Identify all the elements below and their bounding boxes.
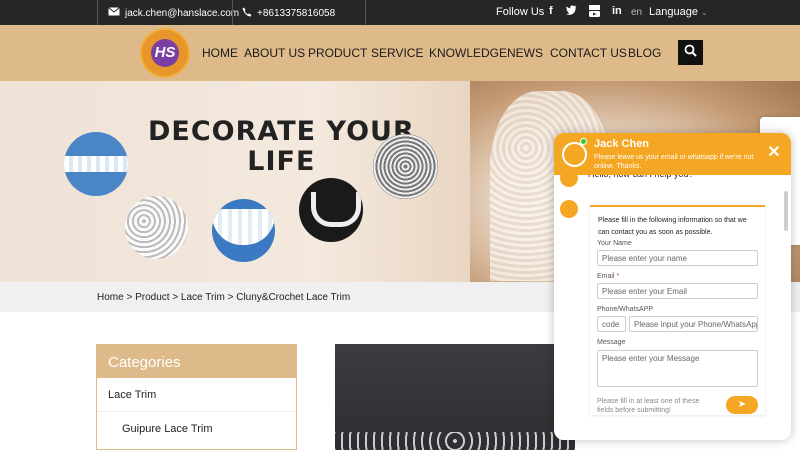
search-button[interactable] (678, 40, 703, 65)
facebook-icon[interactable]: f (549, 5, 553, 17)
email-text: jack.chen@hanslace.com (125, 7, 240, 19)
divider (365, 0, 366, 25)
email-label: Email * (597, 273, 619, 280)
lace-sample-image (212, 199, 275, 262)
required-marker: * (616, 273, 620, 280)
nav-news[interactable]: NEWS (507, 46, 550, 60)
nav-service[interactable]: SERVICE (371, 46, 429, 60)
send-icon: ➤ (737, 399, 747, 410)
nav-product[interactable]: PRODUCT (308, 46, 371, 60)
send-button[interactable]: ➤ (726, 396, 758, 414)
site-header: HS HOME ABOUT US PRODUCT SERVICE KNOWLED… (0, 25, 800, 81)
search-icon (684, 44, 697, 62)
phone-contact[interactable]: +8613375816058 (242, 7, 335, 20)
main-nav: HOME ABOUT US PRODUCT SERVICE KNOWLEDGE … (202, 46, 663, 60)
category-item-lace-trim[interactable]: Lace Trim (97, 378, 296, 412)
nav-blog[interactable]: BLOG (628, 46, 663, 60)
agent-name: Jack Chen (594, 138, 650, 150)
contact-form: Please fill in the following information… (590, 205, 765, 415)
chat-note: Please leave us your email or whatsapp i… (594, 154, 754, 170)
phone-icon (242, 7, 252, 20)
nav-knowledge[interactable]: KNOWLEDGE (429, 46, 507, 60)
email-input[interactable]: Please enter your Email (597, 283, 758, 299)
twitter-icon[interactable] (566, 5, 577, 18)
chevron-down-icon: ⌄ (701, 8, 708, 17)
phone-input[interactable]: Please input your Phone/WhatsApp (629, 316, 758, 332)
linkedin-icon[interactable]: in (612, 5, 622, 17)
name-input[interactable]: Please enter your name (597, 250, 758, 266)
categories-panel: Categories Lace Trim Guipure Lace Trim (96, 344, 297, 450)
online-status-dot (580, 138, 587, 145)
divider (232, 0, 233, 25)
chat-header: Jack Chen Please leave us your email or … (554, 133, 791, 175)
chat-widget: Please fill in the following information… (554, 133, 791, 440)
top-bar: jack.chen@hanslace.com +8613375816058 Fo… (0, 0, 800, 25)
phone-label: Phone/WhatsAPP (597, 306, 654, 313)
form-footnote: Please fill in at least one of these fie… (597, 398, 700, 414)
nav-home[interactable]: HOME (202, 46, 244, 60)
phone-text: +8613375816058 (257, 8, 336, 19)
product-image[interactable] (335, 344, 575, 450)
envelope-icon (108, 7, 120, 19)
category-item-guipure-lace-trim[interactable]: Guipure Lace Trim (97, 412, 296, 435)
language-label: Language (649, 6, 698, 18)
email-label-text: Email (597, 273, 615, 280)
message-input[interactable]: Please enter your Message (597, 350, 758, 387)
chat-body: Please fill in the following information… (554, 169, 791, 440)
name-label: Your Name (597, 240, 632, 247)
message-label: Message (597, 339, 626, 346)
youtube-icon[interactable] (589, 5, 600, 20)
lace-sample-image (299, 178, 363, 242)
chat-scrollbar[interactable] (784, 191, 788, 231)
banner-title-line1: DECORATE YOUR (148, 116, 415, 147)
categories-title: Categories (97, 345, 296, 378)
lace-sample-image (64, 132, 128, 196)
follow-us-label: Follow Us (496, 6, 545, 18)
form-intro: Please fill in the following information… (598, 217, 747, 236)
language-code: en (631, 7, 643, 18)
agent-avatar (562, 142, 587, 167)
nav-contact-us[interactable]: CONTACT US (550, 46, 628, 60)
close-icon[interactable]: ✕ (766, 145, 782, 161)
language-selector[interactable]: Language ⌄ (649, 6, 708, 18)
site-logo[interactable]: HS (140, 28, 190, 78)
lace-sample-image (125, 196, 188, 259)
phone-code-input[interactable]: code (597, 316, 626, 332)
agent-avatar (560, 200, 578, 218)
breadcrumb[interactable]: Home > Product > Lace Trim > Cluny&Croch… (97, 292, 350, 303)
email-contact[interactable]: jack.chen@hanslace.com (108, 7, 239, 19)
nav-about-us[interactable]: ABOUT US (244, 46, 308, 60)
logo-mark: HS (151, 39, 179, 67)
divider (97, 0, 98, 25)
lace-sample-image (373, 134, 438, 199)
